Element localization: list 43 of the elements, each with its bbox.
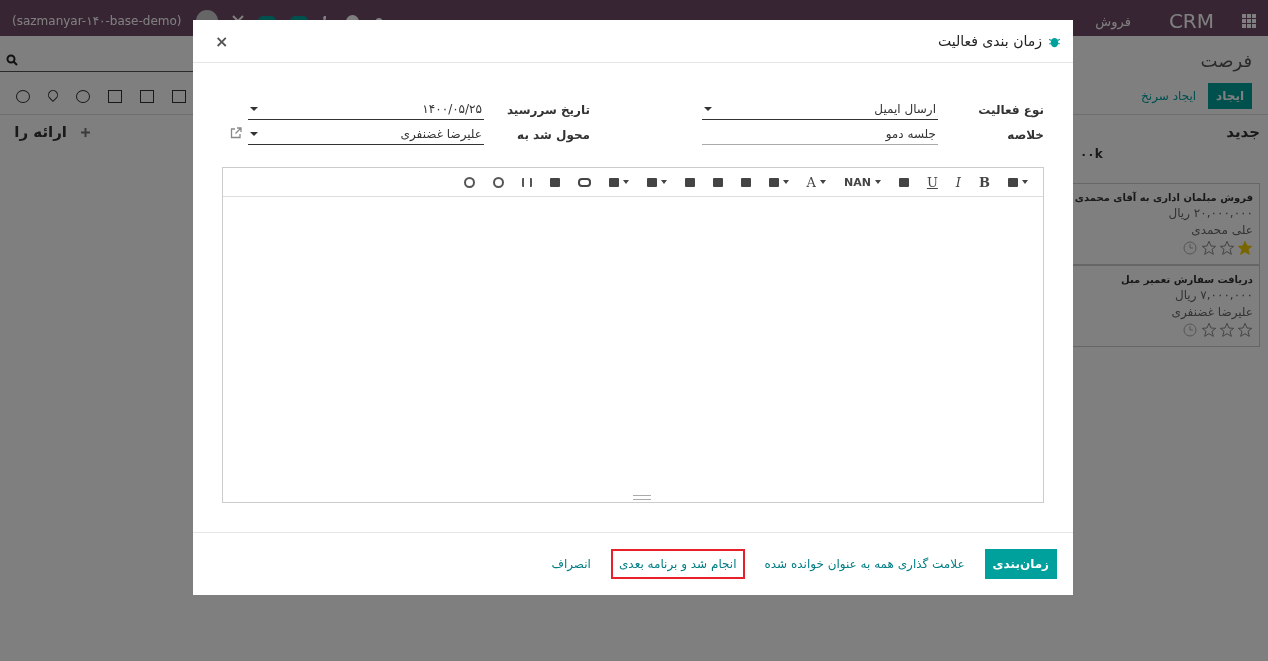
input-field[interactable]: جلسه دمو [702,124,938,145]
format-button[interactable]: A [799,172,833,192]
external-link-icon[interactable] [230,127,242,139]
star-icon[interactable] [1201,322,1217,338]
format-button[interactable]: I [948,172,968,192]
app-name[interactable]: CRM [1168,9,1214,33]
user-name[interactable]: (sazmanyar-۱۴۰-base-demo) [12,14,182,28]
add-icon[interactable] [81,127,90,137]
input-field[interactable]: ارسال ایمیل [702,99,938,120]
search-icon [6,53,18,66]
card-contact: علی محمدی [1190,223,1253,237]
dialog-button[interactable]: علامت گذاری همه به عنوان خوانده شده [756,549,973,579]
star-icon[interactable] [1237,240,1253,256]
dialog-title: زمان بندی فعالیت [937,33,1042,49]
card-amount: ۷,۰۰۰,۰۰۰ ریال [1173,288,1253,302]
field-label: محول شد به [516,127,590,142]
rich-text-editor[interactable]: A NAN U I B [222,167,1044,503]
star-icon[interactable] [1219,322,1235,338]
card-title: فروش مبلمان اداری به آقای محمدی [1073,192,1253,203]
close-button[interactable]: × [209,30,235,52]
input-field[interactable]: ۱۴۰۰/۰۵/۲۵ [248,99,484,120]
star-icon[interactable] [1219,240,1235,256]
resize-handle-icon[interactable] [633,495,651,500]
menu-item[interactable]: فروش [1095,13,1131,29]
card-title: دریافت سفارش تعمیر مبل [1120,274,1253,285]
column-title: جدید [1226,123,1260,141]
card-amount: ۲۰,۰۰۰,۰۰۰ ریال [1167,206,1253,220]
field-label: خلاصه [1006,127,1044,142]
format-button[interactable]: B [972,172,997,192]
column-title: ارائه را [14,123,67,141]
dialog-button[interactable]: انصراف [543,549,599,579]
star-icon[interactable] [1237,322,1253,338]
dialog-button[interactable]: انجام شد و برنامه بعدی [610,549,745,579]
field-label: نوع فعالیت [977,102,1044,117]
column-total: ۰۰k [1080,147,1103,161]
card-contact: علیرضا غضنفری [1170,305,1253,319]
format-button[interactable]: NAN [836,173,888,191]
format-button[interactable]: U [919,172,945,192]
apps-grid-icon[interactable] [1242,14,1256,28]
breadcrumb: فرصت [1200,49,1252,71]
input-field[interactable]: علیرضا غضنفری [248,124,484,145]
field-label: تاریخ سررسید [505,102,590,117]
star-icon[interactable] [1201,240,1217,256]
